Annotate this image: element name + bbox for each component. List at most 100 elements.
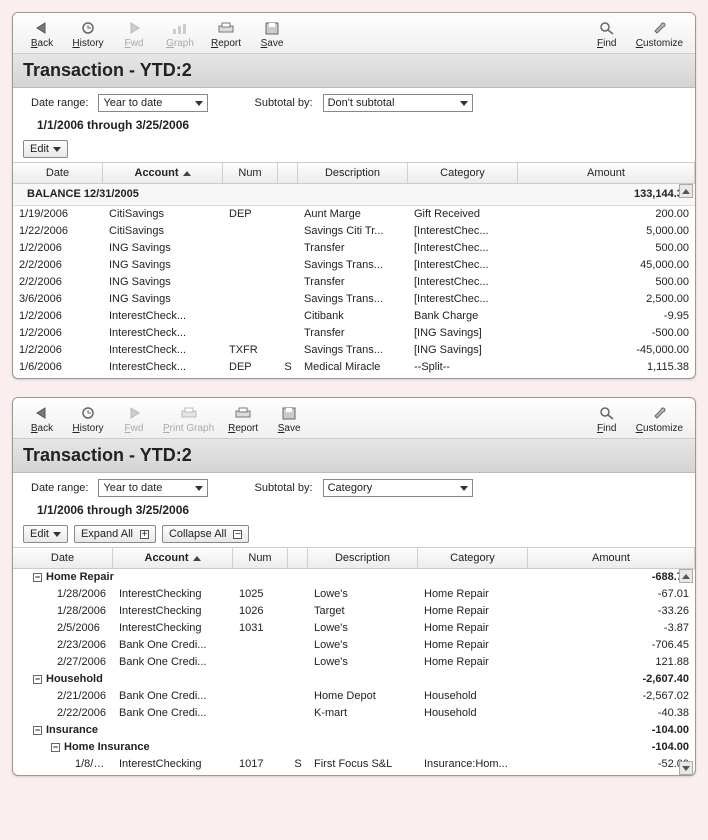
minus-icon: − <box>233 530 242 539</box>
table-row[interactable]: 2/5/2006InterestChecking1031Lowe'sHome R… <box>13 620 695 637</box>
subtotal-by-value: Don't subtotal <box>328 97 395 109</box>
col-account[interactable]: Account <box>103 163 223 183</box>
col-date[interactable]: Date <box>13 163 103 183</box>
group-row[interactable]: −Insurance-104.00 <box>13 722 695 739</box>
history-button[interactable]: History <box>67 17 109 51</box>
dropdown-arrow-icon <box>195 486 203 491</box>
subtotal-by-label: Subtotal by: <box>254 97 312 109</box>
table-row[interactable]: 3/6/2006ING SavingsSavings Trans...[Inte… <box>13 291 695 308</box>
history-icon <box>78 404 98 422</box>
table-row[interactable]: 2/27/2006Bank One Credi...Lowe'sHome Rep… <box>13 654 695 671</box>
column-headers: Date Account Num Description Category Am… <box>13 547 695 569</box>
edit-menu-button[interactable]: Edit <box>23 140 68 158</box>
col-description[interactable]: Description <box>298 163 408 183</box>
table-row[interactable]: 1/6/2006InterestCheck...DEPSMedical Mira… <box>13 359 695 376</box>
table-row[interactable]: 2/21/2006Bank One Credi...Home DepotHous… <box>13 688 695 705</box>
col-status[interactable] <box>288 548 308 568</box>
col-status[interactable] <box>278 163 298 183</box>
date-range-label: Date range: <box>31 97 88 109</box>
plus-icon: + <box>140 530 149 539</box>
table-row[interactable]: 1/2/2006InterestCheck...CitibankBank Cha… <box>13 308 695 325</box>
transaction-rows: BALANCE 12/31/2005 133,144.37 1/19/2006C… <box>13 184 695 378</box>
table-row[interactable]: 2/22/2006Bank One Credi...K-martHousehol… <box>13 705 695 722</box>
dropdown-arrow-icon <box>53 147 61 152</box>
sub-toolbar: Edit <box>13 138 695 162</box>
arrow-up-icon <box>682 189 690 194</box>
report-button[interactable]: Report <box>205 17 247 51</box>
subtotal-by-value: Category <box>328 482 373 494</box>
back-button[interactable]: Back <box>21 402 63 436</box>
fwd-button: Fwd <box>113 17 155 51</box>
printer-icon <box>233 404 253 422</box>
group-row[interactable]: −Household-2,607.40 <box>13 671 695 688</box>
table-row[interactable]: 1/19/2006CitiSavingsDEPAunt MargeGift Re… <box>13 206 695 223</box>
filter-bar: Date range: Year to date Subtotal by: Ca… <box>13 473 695 501</box>
find-button[interactable]: Find <box>586 402 628 436</box>
group-row[interactable]: −Home Insurance-104.00 <box>13 739 695 756</box>
report-button[interactable]: Report <box>222 402 264 436</box>
col-category[interactable]: Category <box>408 163 518 183</box>
table-row[interactable]: 1/28/2006InterestChecking1026TargetHome … <box>13 603 695 620</box>
col-account[interactable]: Account <box>113 548 233 568</box>
col-date[interactable]: Date <box>13 548 113 568</box>
dropdown-arrow-icon <box>460 486 468 491</box>
fwd-label: Fwd <box>125 423 144 434</box>
customize-button[interactable]: Customize <box>632 402 687 436</box>
table-row[interactable]: 1/2/2006InterestCheck...Transfer[ING Sav… <box>13 325 695 342</box>
table-row[interactable]: 1/8/2006InterestChecking1017SFirst Focus… <box>13 756 695 773</box>
subtotal-by-select[interactable]: Category <box>323 479 473 497</box>
subtotal-by-select[interactable]: Don't subtotal <box>323 94 473 112</box>
col-category[interactable]: Category <box>418 548 528 568</box>
wrench-icon <box>649 19 669 37</box>
save-icon <box>262 19 282 37</box>
edit-label: Edit <box>30 143 49 155</box>
forward-arrow-icon <box>124 19 144 37</box>
expand-all-button[interactable]: Expand All + <box>74 525 156 543</box>
collapse-all-button[interactable]: Collapse All − <box>162 525 249 543</box>
collapse-icon[interactable]: − <box>33 573 42 582</box>
dropdown-arrow-icon <box>460 101 468 106</box>
table-row[interactable]: 1/22/2006CitiSavingsSavings Citi Tr...[I… <box>13 223 695 240</box>
report-label: Report <box>211 38 241 49</box>
collapse-icon[interactable]: − <box>51 743 60 752</box>
col-amount[interactable]: Amount <box>528 548 695 568</box>
group-row[interactable]: −Home Repair-688.71 <box>13 569 695 586</box>
balance-label: BALANCE 12/31/2005 <box>13 187 145 202</box>
save-button[interactable]: Save <box>268 402 310 436</box>
date-range-text: 1/1/2006 through 3/25/2006 <box>13 501 695 523</box>
date-range-select[interactable]: Year to date <box>98 479 208 497</box>
table-row[interactable]: 1/2/2006ING SavingsTransfer[InterestChec… <box>13 240 695 257</box>
graph-label: Graph <box>166 38 194 49</box>
scroll-down-button[interactable] <box>679 761 693 775</box>
find-button[interactable]: Find <box>586 17 628 51</box>
report-window-by-category: Back History Fwd Print Graph Report Save… <box>12 397 696 776</box>
save-label: Save <box>278 423 301 434</box>
collapse-icon[interactable]: − <box>33 675 42 684</box>
back-button[interactable]: Back <box>21 17 63 51</box>
find-label: Find <box>597 38 616 49</box>
edit-menu-button[interactable]: Edit <box>23 525 68 543</box>
print-graph-label: Print Graph <box>163 423 214 434</box>
magnifier-icon <box>597 19 617 37</box>
scroll-up-button[interactable] <box>679 184 693 198</box>
table-row[interactable]: 2/23/2006Bank One Credi...Lowe'sHome Rep… <box>13 637 695 654</box>
col-num[interactable]: Num <box>233 548 288 568</box>
table-row[interactable]: 2/2/2006ING SavingsSavings Trans...[Inte… <box>13 257 695 274</box>
history-button[interactable]: History <box>67 402 109 436</box>
arrow-up-icon <box>682 574 690 579</box>
history-label: History <box>72 38 103 49</box>
table-row[interactable]: 1/2/2006InterestCheck...TXFRSavings Tran… <box>13 342 695 359</box>
date-range-select[interactable]: Year to date <box>98 94 208 112</box>
save-button[interactable]: Save <box>251 17 293 51</box>
table-row[interactable]: 1/28/2006InterestChecking1025Lowe'sHome … <box>13 586 695 603</box>
collapse-icon[interactable]: − <box>33 726 42 735</box>
magnifier-icon <box>597 404 617 422</box>
scroll-up-button[interactable] <box>679 569 693 583</box>
fwd-button: Fwd <box>113 402 155 436</box>
col-num[interactable]: Num <box>223 163 278 183</box>
col-description[interactable]: Description <box>308 548 418 568</box>
table-row[interactable]: 2/2/2006ING SavingsTransfer[InterestChec… <box>13 274 695 291</box>
customize-button[interactable]: Customize <box>632 17 687 51</box>
report-title: Transaction - YTD:2 <box>13 54 695 88</box>
col-amount[interactable]: Amount <box>518 163 695 183</box>
